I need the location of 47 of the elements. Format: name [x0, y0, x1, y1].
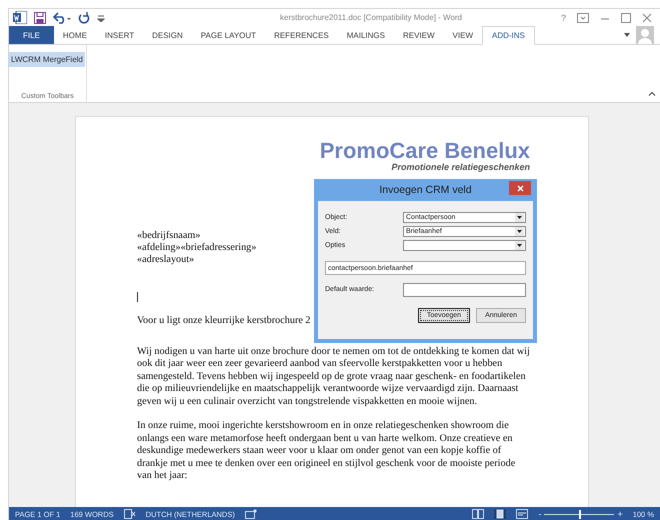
dropdown-field[interactable] — [403, 240, 526, 251]
dropdown-icon[interactable] — [624, 33, 630, 37]
zoom-in-button[interactable]: + — [617, 509, 623, 519]
maximize-icon[interactable] — [621, 12, 631, 22]
help-button[interactable]: ? — [560, 12, 566, 22]
word-icon[interactable] — [13, 11, 27, 24]
logo-tagline: Promotionele relatiegeschenken — [391, 162, 530, 172]
ribbon-tab[interactable]: INSERT — [96, 26, 144, 44]
ribbon-tab[interactable]: ADD-INS — [482, 26, 535, 45]
merge-field: «afdeling»«briefadressering» — [137, 242, 256, 254]
logo-title: PromoCare Benelux — [320, 140, 530, 162]
ribbon-tab[interactable]: HOME — [54, 26, 96, 44]
collapse-ribbon-icon[interactable] — [648, 91, 656, 96]
paragraph: In onze ruime, mooi ingerichte kerstshowroom en in onze relatiegeschenken showroom die onlangs een ware metamorfose heeft ondergaan bent u van harte welkom. Onze creatieve en deskundige medewerkers staan weer voor u klaar om onder genot van een kopje koffie of drankje met u mee te denken over een origineel en stijlvol geschenk voor de mooiste periode van het jaar: — [137, 420, 516, 482]
ribbon-tab[interactable]: REFERENCES — [265, 26, 338, 44]
window-title: kerstbrochure2011.doc [Compatibility Mode] - Word — [280, 13, 464, 22]
ribbon-tab[interactable]: PAGE LAYOUT — [192, 26, 266, 44]
undo-icon[interactable] — [53, 12, 71, 24]
zoom-out-button[interactable]: - — [538, 509, 542, 519]
dropdown-arrow-icon[interactable] — [515, 213, 524, 222]
ribbon-tab[interactable]: REVIEW — [394, 26, 444, 44]
merge-field: «bedrijfsnaam» — [137, 230, 200, 242]
ribbon-tab[interactable]: DESIGN — [143, 26, 192, 44]
proofing-icon[interactable] — [124, 509, 136, 519]
paragraph: Voor u ligt onze kleurrijke kerstbrochure 2 — [137, 315, 311, 328]
ribbon-display-icon[interactable] — [577, 12, 589, 22]
close-icon[interactable] — [642, 12, 652, 22]
close-button[interactable] — [509, 181, 531, 195]
ribbon-tab[interactable]: VIEW — [444, 26, 482, 44]
merge-field: «adreslayout» — [137, 254, 194, 266]
file-tab[interactable]: FILE — [9, 26, 54, 44]
paragraph: Wij nodigen u van harte uit onze brochure door te nemen om tot de ontdekking te komen dat wij ook dit jaar weer een zeer gevarieerd aanbod van sfeervolle kerstpakketten voor u hebben samengesteld. Tevens hebben wij ingespeeld op de grote vraag naar geschenk- en foodartikelen die op milieuvriendelijke en maatschappelijk verantwoorde wijze vervaardigd zijn. Daarnaast geven wij u een culinair overzicht van tongstrelende vispakketten en mooie wijnen. — [137, 346, 530, 408]
dialog-title: Invoegen CRM veld — [379, 184, 472, 196]
redo-icon[interactable] — [78, 12, 90, 24]
text-cursor — [137, 292, 138, 302]
macro-icon[interactable] — [244, 509, 257, 519]
dropdown-arrow-icon[interactable] — [515, 241, 524, 250]
read-mode-icon[interactable] — [472, 509, 484, 519]
dropdown-arrow-icon[interactable] — [515, 227, 524, 236]
save-icon[interactable] — [34, 12, 46, 24]
print-layout-icon[interactable] — [494, 509, 506, 519]
mergefield-button[interactable]: LWCRM MergeField — [9, 52, 85, 67]
default-value-field[interactable] — [403, 282, 526, 296]
web-layout-icon[interactable] — [516, 509, 528, 519]
zoom-slider-thumb[interactable] — [579, 510, 582, 518]
ribbon-tab[interactable]: MAILINGS — [338, 26, 394, 44]
customize-icon[interactable] — [97, 14, 105, 22]
